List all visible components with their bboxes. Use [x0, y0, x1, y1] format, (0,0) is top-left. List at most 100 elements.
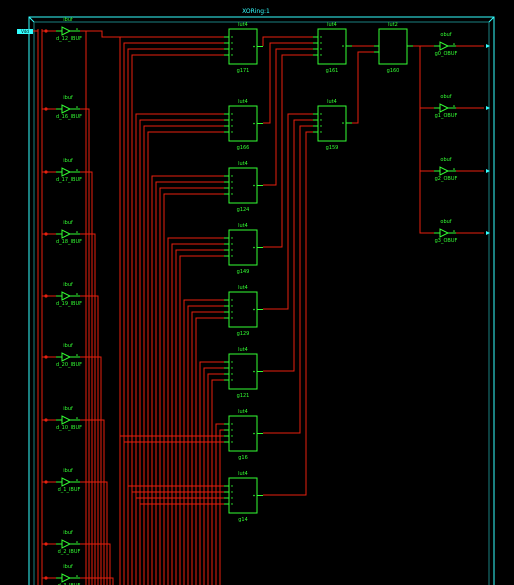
bus-junction-dot — [44, 170, 48, 174]
ibuf-pin-dot — [76, 169, 78, 171]
ibuf-name-label: d_16_IBUF — [56, 114, 82, 120]
lut-box — [228, 28, 258, 65]
bus-junction-dot — [44, 29, 48, 33]
bus-junction-dot — [44, 107, 48, 111]
lut-input-wire — [147, 131, 224, 585]
lut-box — [317, 28, 347, 65]
obuf-type-label: obuf — [440, 32, 451, 38]
lut-pin-dot — [231, 131, 233, 133]
lut-box — [228, 353, 258, 390]
lut-input-wire — [211, 379, 224, 585]
lut-pin-dot — [231, 36, 233, 38]
lut-name-label: g161 — [326, 68, 339, 74]
lut-pin-dot — [231, 181, 233, 183]
lut-type-label: lut4 — [238, 471, 248, 477]
design-frame: XORing:1 — [28, 8, 495, 585]
lut-g159: lut4 g159 — [313, 99, 352, 151]
lut-pin-dot — [320, 54, 322, 56]
lut-pin-dot — [231, 503, 233, 505]
obuf-name-label: g2_OBUF — [435, 176, 458, 182]
lut-box — [228, 167, 258, 204]
ibuf-symbol — [61, 539, 72, 549]
lut-box — [228, 105, 258, 142]
lut-pin-dot — [320, 125, 322, 127]
bus-junction-dot — [44, 355, 48, 359]
lut-pin-dot — [231, 48, 233, 50]
input-bus-label: Vdd — [21, 29, 29, 34]
ibuf-symbol — [61, 415, 72, 425]
lut-g121: lut4 g121 — [224, 347, 263, 399]
ibuf-name-label: d_1_IBUF — [58, 487, 81, 493]
ibuf-pin-dot — [76, 354, 78, 356]
lut-pin-dot — [231, 485, 233, 487]
lut-g129: lut4 g129 — [224, 285, 263, 337]
ibuf-symbol — [61, 26, 72, 36]
ibuf-type-label: ibuf — [63, 282, 73, 288]
lut-out-dot — [253, 45, 255, 48]
lut-g161: lut4 g161 — [313, 22, 352, 74]
lut-pin-dot — [231, 305, 233, 307]
lut-pin-dot — [231, 193, 233, 195]
lut-name-label: g171 — [237, 68, 250, 74]
ibuf-d_12_IBUF: ibuf d_12_IBUF — [56, 17, 82, 42]
lut-type-label: lut2 — [388, 22, 398, 28]
ibuf-d_19_IBUF: ibuf d_19_IBUF — [56, 282, 82, 307]
lut-pin-dot — [231, 379, 233, 381]
ibuf-name-label: d_12_IBUF — [56, 36, 82, 42]
ibuf-d_17_IBUF: ibuf d_17_IBUF — [56, 158, 82, 183]
ibuf-symbol — [61, 229, 72, 239]
lut-pin-dot — [231, 367, 233, 369]
obuf-symbol — [439, 166, 450, 176]
lut-pin-dot — [231, 299, 233, 301]
ibuf-pin-dot — [76, 541, 78, 543]
lut-pin-dot — [231, 373, 233, 375]
ibuf-name-label: d_19_IBUF — [56, 301, 82, 307]
lut-pin-dot — [231, 243, 233, 245]
lut-name-label: g160 — [387, 68, 400, 74]
lut-pin-dot — [320, 42, 322, 44]
obuf-pin-dot — [453, 43, 455, 45]
ibuf-d_1_IBUF: ibuf d_1_IBUF — [56, 468, 81, 493]
design-title: XORing:1 — [242, 8, 270, 15]
obuf-g2_OBUF: obuf g2_OBUF — [434, 157, 490, 182]
lut-out-dot — [253, 184, 255, 187]
ibuf-pin-dot — [76, 28, 78, 30]
lut-input-wire — [139, 503, 224, 585]
lut-pin-dot — [231, 429, 233, 431]
ibuf-name-label: d_10_IBUF — [56, 425, 82, 431]
obuf-name-label: g0_OBUF — [435, 51, 458, 57]
lut-g149: lut4 g149 — [224, 223, 263, 275]
lut-pin-dot — [231, 119, 233, 121]
lut-pin-dot — [231, 54, 233, 56]
bus-junction-dot — [44, 232, 48, 236]
ibuf-name-label: d_17_IBUF — [56, 177, 82, 183]
lut-type-label: lut4 — [238, 409, 248, 415]
ibuf-pin-dot — [76, 293, 78, 295]
lut-input-wire — [131, 54, 224, 585]
ibuf-d_18_IBUF: ibuf d_18_IBUF — [56, 220, 82, 245]
lut-box — [228, 415, 258, 452]
ibuf-name-label: d_2_IBUF — [58, 549, 81, 555]
ibuf-pin-dot — [76, 106, 78, 108]
lut-out-dot — [253, 246, 255, 249]
lut-pin-dot — [231, 249, 233, 251]
ibuf-d_3_IBUF: ibufd_3_IBUF — [56, 564, 81, 585]
ibuf-pin-dot — [76, 479, 78, 481]
lut-input-wire — [131, 491, 224, 585]
lut-type-label: lut4 — [238, 223, 248, 229]
ibuf-symbol — [61, 477, 72, 487]
ibuf-name-label: d_18_IBUF — [56, 239, 82, 245]
ibuf-fanout-wire — [80, 233, 96, 585]
ibuf-symbol — [61, 104, 72, 114]
ibuf-d_2_IBUF: ibuf d_2_IBUF — [56, 530, 81, 555]
obuf-pin-dot — [453, 105, 455, 107]
lut-pin-dot — [231, 237, 233, 239]
obuf-pin-dot — [453, 168, 455, 170]
lut-pin-dot — [231, 125, 233, 127]
obuf-symbol — [439, 103, 450, 113]
ibuf-pin-dot — [76, 575, 78, 577]
lut-box — [228, 477, 258, 514]
lut-input-wire — [123, 441, 224, 585]
obuf-name-label: g3_OBUF — [435, 238, 458, 244]
ibuf-to-lut-wire — [80, 30, 225, 38]
